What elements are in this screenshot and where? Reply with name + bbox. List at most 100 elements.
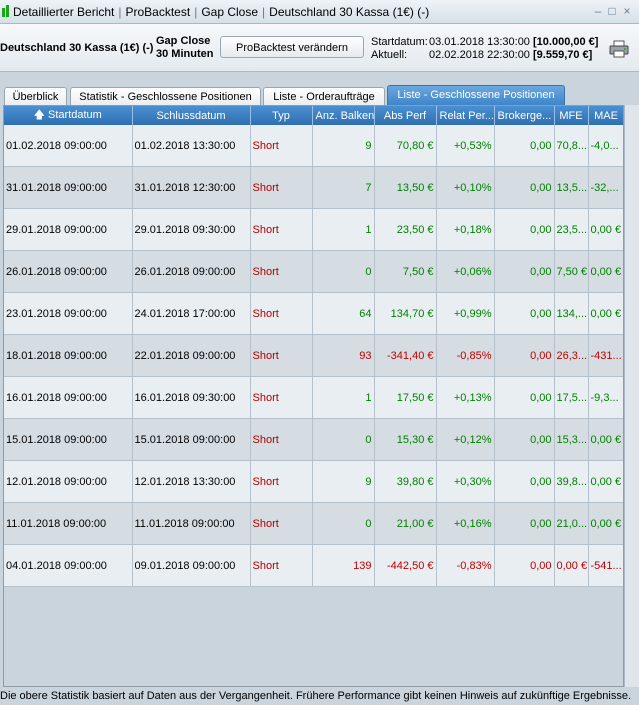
cell-brokerage: 0,00 xyxy=(494,292,555,335)
cell-mae: 0,00 € xyxy=(588,418,623,461)
column-header-mfe[interactable]: MFE xyxy=(554,106,589,125)
cell-relat-perf: -0,85% xyxy=(436,334,495,377)
cell-brokerage: 0,00 xyxy=(494,334,555,377)
table-row[interactable]: 01.02.2018 09:00:00 01.02.2018 13:30:00 Sh… xyxy=(4,125,623,167)
cell-brokerage: 0,00 xyxy=(494,376,555,419)
cell-schlussdatum: 31.01.2018 12:30:00 xyxy=(132,166,251,209)
table-row[interactable]: 18.01.2018 09:00:00 22.01.2018 09:00:00 Sh… xyxy=(4,334,623,377)
cell-mfe: 15,3... xyxy=(554,418,589,461)
cell-startdatum: 16.01.2018 09:00:00 xyxy=(4,376,133,419)
cell-typ: Short xyxy=(250,166,313,209)
tab-order-list[interactable]: Liste - Orderaufträge xyxy=(263,87,385,106)
start-capital: [10.000,00 €] xyxy=(533,36,599,48)
cell-startdatum: 11.01.2018 09:00:00 xyxy=(4,502,133,545)
cell-bars: 9 xyxy=(312,460,375,503)
cell-brokerage: 0,00 xyxy=(494,418,555,461)
cell-brokerage: 0,00 xyxy=(494,502,555,545)
tab-statistics-closed-positions[interactable]: Statistik - Geschlossene Positionen xyxy=(70,87,261,106)
cell-mfe: 21,0... xyxy=(554,502,589,545)
cell-schlussdatum: 01.02.2018 13:30:00 xyxy=(132,125,251,167)
cell-mfe: 7,50 € xyxy=(554,250,589,293)
cell-mfe: 0,00 € xyxy=(554,544,589,587)
table-row[interactable]: 16.01.2018 09:00:00 16.01.2018 09:30:00 Sh… xyxy=(4,376,623,419)
column-header-schlussdatum[interactable]: Schlussdatum xyxy=(132,106,251,125)
table-row[interactable]: 23.01.2018 09:00:00 24.01.2018 17:00:00 Sh… xyxy=(4,292,623,335)
cell-brokerage: 0,00 xyxy=(494,460,555,503)
cell-relat-perf: +0,16% xyxy=(436,502,495,545)
cell-abs-perf: 17,50 € xyxy=(374,376,437,419)
printer-icon[interactable] xyxy=(609,40,629,58)
cell-schlussdatum: 24.01.2018 17:00:00 xyxy=(132,292,251,335)
column-header-abs-perf[interactable]: Abs Perf xyxy=(374,106,437,125)
cell-abs-perf: 21,00 € xyxy=(374,502,437,545)
current-capital: [9.559,70 €] xyxy=(533,49,593,61)
column-header-typ[interactable]: Typ xyxy=(250,106,313,125)
cell-brokerage: 0,00 xyxy=(494,250,555,293)
maximize-icon[interactable]: □ xyxy=(605,4,619,18)
minimize-icon[interactable]: – xyxy=(591,4,605,18)
title-part: Gap Close xyxy=(201,5,259,19)
tab-closed-positions-list[interactable]: Liste - Geschlossene Positionen xyxy=(387,85,565,106)
tab-overview[interactable]: Überblick xyxy=(4,87,67,106)
window-title: Detaillierter Bericht | ProBacktest | Gap Cl… xyxy=(13,5,430,19)
cell-brokerage: 0,00 xyxy=(494,166,555,209)
cell-relat-perf: +0,18% xyxy=(436,208,495,251)
cell-abs-perf: 70,80 € xyxy=(374,125,437,167)
cell-mae: 0,00 € xyxy=(588,502,623,545)
cell-mfe: 134,... xyxy=(554,292,589,335)
instrument-name: Deutschland 30 Kassa (1€) (-) xyxy=(0,42,154,54)
table-row[interactable]: 11.01.2018 09:00:00 11.01.2018 09:00:00 Sh… xyxy=(4,502,623,545)
cell-mfe: 13,5... xyxy=(554,166,589,209)
cell-relat-perf: +0,99% xyxy=(436,292,495,335)
column-header-startdatum[interactable]: 🡅 Startdatum xyxy=(4,106,133,125)
cell-typ: Short xyxy=(250,250,313,293)
cell-relat-perf: +0,10% xyxy=(436,166,495,209)
cell-abs-perf: 134,70 € xyxy=(374,292,437,335)
candlestick-app-icon xyxy=(2,5,10,19)
vertical-scrollbar[interactable] xyxy=(624,105,639,687)
cell-relat-perf: +0,06% xyxy=(436,250,495,293)
window-titlebar: Detaillierter Bericht | ProBacktest | Gap Cl… xyxy=(0,0,639,24)
cell-bars: 0 xyxy=(312,250,375,293)
cell-typ: Short xyxy=(250,376,313,419)
cell-bars: 0 xyxy=(312,502,375,545)
cell-startdatum: 23.01.2018 09:00:00 xyxy=(4,292,133,335)
cell-startdatum: 29.01.2018 09:00:00 xyxy=(4,208,133,251)
cell-typ: Short xyxy=(250,125,313,167)
table-row[interactable]: 12.01.2018 09:00:00 12.01.2018 13:30:00 Sh… xyxy=(4,460,623,503)
cell-relat-perf: +0,53% xyxy=(436,125,495,167)
footer-disclaimer: Die obere Statistik basiert auf Daten au… xyxy=(0,690,632,702)
cell-mae: 0,00 € xyxy=(588,208,623,251)
table-row[interactable]: 29.01.2018 09:00:00 29.01.2018 09:30:00 Sh… xyxy=(4,208,623,251)
report-tabs: Überblick Statistik - Geschlossene Posit… xyxy=(0,85,639,106)
cell-abs-perf: 15,30 € xyxy=(374,418,437,461)
cell-mae: -541... xyxy=(588,544,623,587)
cell-typ: Short xyxy=(250,502,313,545)
cell-startdatum: 15.01.2018 09:00:00 xyxy=(4,418,133,461)
close-icon[interactable]: × xyxy=(620,4,634,18)
table-row[interactable]: 26.01.2018 09:00:00 26.01.2018 09:00:00 Sh… xyxy=(4,250,623,293)
table-row[interactable]: 15.01.2018 09:00:00 15.01.2018 09:00:00 Sh… xyxy=(4,418,623,461)
cell-bars: 1 xyxy=(312,208,375,251)
cell-typ: Short xyxy=(250,544,313,587)
start-date-label: Startdatum: xyxy=(371,36,428,48)
cell-relat-perf: +0,30% xyxy=(436,460,495,503)
title-part: Detaillierter Bericht xyxy=(13,5,115,19)
column-header-bars[interactable]: Anz. Balken xyxy=(312,106,375,125)
cell-relat-perf: +0,12% xyxy=(436,418,495,461)
current-date-label: Aktuell: xyxy=(371,49,408,61)
cell-mae: 0,00 € xyxy=(588,292,623,335)
column-header-mae[interactable]: MAE xyxy=(588,106,623,125)
cell-abs-perf: 23,50 € xyxy=(374,208,437,251)
cell-startdatum: 26.01.2018 09:00:00 xyxy=(4,250,133,293)
cell-schlussdatum: 09.01.2018 09:00:00 xyxy=(132,544,251,587)
table-row[interactable]: 31.01.2018 09:00:00 31.01.2018 12:30:00 Sh… xyxy=(4,166,623,209)
column-header-relat-perf[interactable]: Relat Per... xyxy=(436,106,495,125)
cell-schlussdatum: 15.01.2018 09:00:00 xyxy=(132,418,251,461)
column-header-brokerage[interactable]: Brokerge... xyxy=(494,106,555,125)
change-probacktest-button[interactable]: ProBacktest verändern xyxy=(220,36,364,58)
cell-bars: 0 xyxy=(312,418,375,461)
title-part: Deutschland 30 Kassa (1€) (-) xyxy=(269,5,430,19)
cell-abs-perf: 7,50 € xyxy=(374,250,437,293)
table-row[interactable]: 04.01.2018 09:00:00 09.01.2018 09:00:00 Sh… xyxy=(4,544,623,587)
